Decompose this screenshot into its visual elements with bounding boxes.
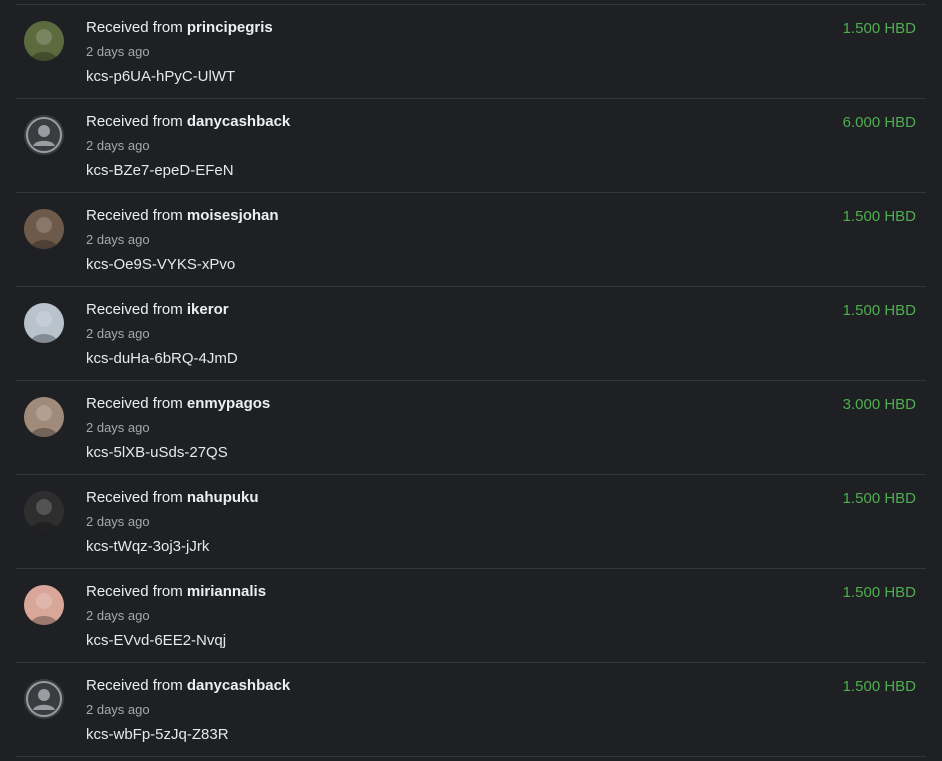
transaction-row[interactable]: Received from miriannalis 2 days ago kcs… — [16, 569, 926, 663]
timestamp: 2 days ago — [86, 420, 150, 435]
sender-username[interactable]: moisesjohan — [187, 207, 279, 224]
amount: 1.500 HBD — [842, 20, 916, 37]
avatar[interactable] — [24, 679, 64, 719]
memo: kcs-wbFp-5zJq-Z83R — [86, 726, 229, 743]
sender-username[interactable]: nahupuku — [187, 489, 259, 506]
amount: 1.500 HBD — [842, 584, 916, 601]
transaction-title: Received from miriannalis — [86, 583, 266, 600]
transaction-row[interactable]: Received from enmypagos 2 days ago kcs-5… — [16, 381, 926, 475]
title-prefix: Received from — [86, 677, 183, 694]
memo: kcs-p6UA-hPyC-UlWT — [86, 68, 236, 85]
transaction-list: Received from principegris 2 days ago kc… — [0, 4, 942, 761]
profile-photo — [24, 209, 64, 249]
memo: kcs-Oe9S-VYKS-xPvo — [86, 256, 236, 273]
profile-photo — [24, 303, 64, 343]
sender-username[interactable]: ikeror — [187, 301, 229, 318]
title-prefix: Received from — [86, 207, 183, 224]
profile-photo — [24, 21, 64, 61]
title-prefix: Received from — [86, 395, 183, 412]
amount: 1.500 HBD — [842, 302, 916, 319]
amount: 6.000 HBD — [842, 114, 916, 131]
sender-username[interactable]: miriannalis — [187, 583, 266, 600]
transaction-title: Received from moisesjohan — [86, 207, 279, 224]
avatar[interactable] — [24, 115, 64, 155]
title-prefix: Received from — [86, 583, 183, 600]
avatar[interactable] — [24, 491, 64, 531]
title-prefix: Received from — [86, 113, 183, 130]
avatar[interactable] — [24, 303, 64, 343]
timestamp: 2 days ago — [86, 702, 150, 717]
timestamp: 2 days ago — [86, 44, 150, 59]
amount: 1.500 HBD — [842, 678, 916, 695]
timestamp: 2 days ago — [86, 514, 150, 529]
default-user-icon — [24, 679, 64, 719]
transaction-row[interactable]: Received from danycashback 2 days ago kc… — [16, 99, 926, 193]
transaction-title: Received from enmypagos — [86, 395, 270, 412]
transaction-row[interactable]: Received from nahupuku 2 days ago kcs-tW… — [16, 475, 926, 569]
transaction-title: Received from nahupuku — [86, 489, 259, 506]
avatar[interactable] — [24, 397, 64, 437]
transaction-row[interactable]: Received from moisesjohan 2 days ago kcs… — [16, 193, 926, 287]
memo: kcs-duHa-6bRQ-4JmD — [86, 350, 238, 367]
timestamp: 2 days ago — [86, 138, 150, 153]
avatar[interactable] — [24, 585, 64, 625]
transaction-title: Received from principegris — [86, 19, 273, 36]
timestamp: 2 days ago — [86, 326, 150, 341]
sender-username[interactable]: principegris — [187, 19, 273, 36]
title-prefix: Received from — [86, 19, 183, 36]
amount: 1.500 HBD — [842, 490, 916, 507]
avatar[interactable] — [24, 209, 64, 249]
transaction-row[interactable]: Received from ikeror 2 days ago kcs-duHa… — [16, 287, 926, 381]
timestamp: 2 days ago — [86, 608, 150, 623]
transaction-title: Received from danycashback — [86, 113, 290, 130]
profile-photo — [24, 491, 64, 531]
title-prefix: Received from — [86, 489, 183, 506]
transaction-row[interactable]: Received from principegris 2 days ago kc… — [16, 5, 926, 99]
timestamp: 2 days ago — [86, 232, 150, 247]
avatar[interactable] — [24, 21, 64, 61]
amount: 1.500 HBD — [842, 208, 916, 225]
transaction-row[interactable]: Received from danycashback 2 days ago kc… — [16, 663, 926, 757]
memo: kcs-BZe7-epeD-EFeN — [86, 162, 234, 179]
memo: kcs-5lXB-uSds-27QS — [86, 444, 228, 461]
profile-photo — [24, 397, 64, 437]
default-user-icon — [24, 115, 64, 155]
amount: 3.000 HBD — [842, 396, 916, 413]
profile-photo — [24, 585, 64, 625]
sender-username[interactable]: enmypagos — [187, 395, 270, 412]
memo: kcs-EVvd-6EE2-Nvqj — [86, 632, 227, 649]
transaction-title: Received from danycashback — [86, 677, 290, 694]
sender-username[interactable]: danycashback — [187, 113, 290, 130]
title-prefix: Received from — [86, 301, 183, 318]
sender-username[interactable]: danycashback — [187, 677, 290, 694]
transaction-title: Received from ikeror — [86, 301, 229, 318]
memo: kcs-tWqz-3oj3-jJrk — [86, 538, 210, 555]
